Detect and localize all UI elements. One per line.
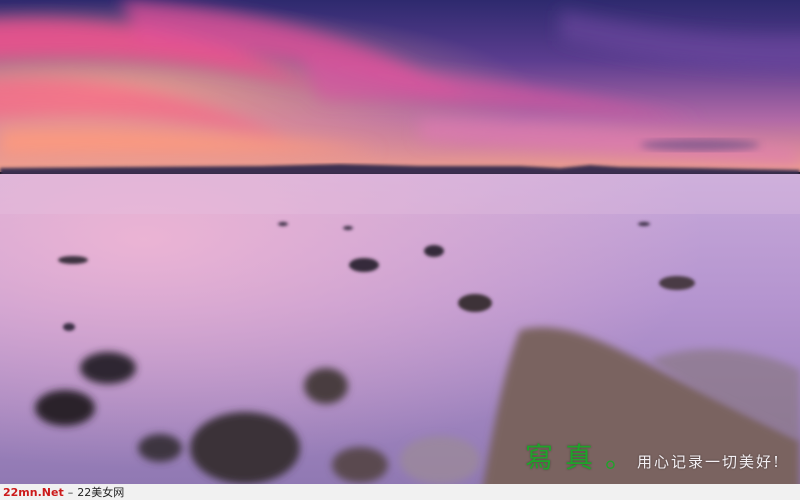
watermark-slogan: 用心记录一切美好! — [637, 453, 782, 471]
watermark-dot: 。 — [605, 441, 634, 474]
footer-site[interactable]: 22mn.Net — [3, 486, 64, 499]
footer-site-name: 22美女网 — [77, 486, 125, 499]
footer-separator: – — [67, 485, 74, 499]
watermark-title: 寫真 — [525, 441, 606, 474]
sunset-seascape-photo — [0, 0, 800, 500]
footer-bar: 22mn.Net – 22美女网 — [0, 484, 800, 500]
watermark: 寫真 。 用心记录一切美好! — [525, 436, 781, 476]
